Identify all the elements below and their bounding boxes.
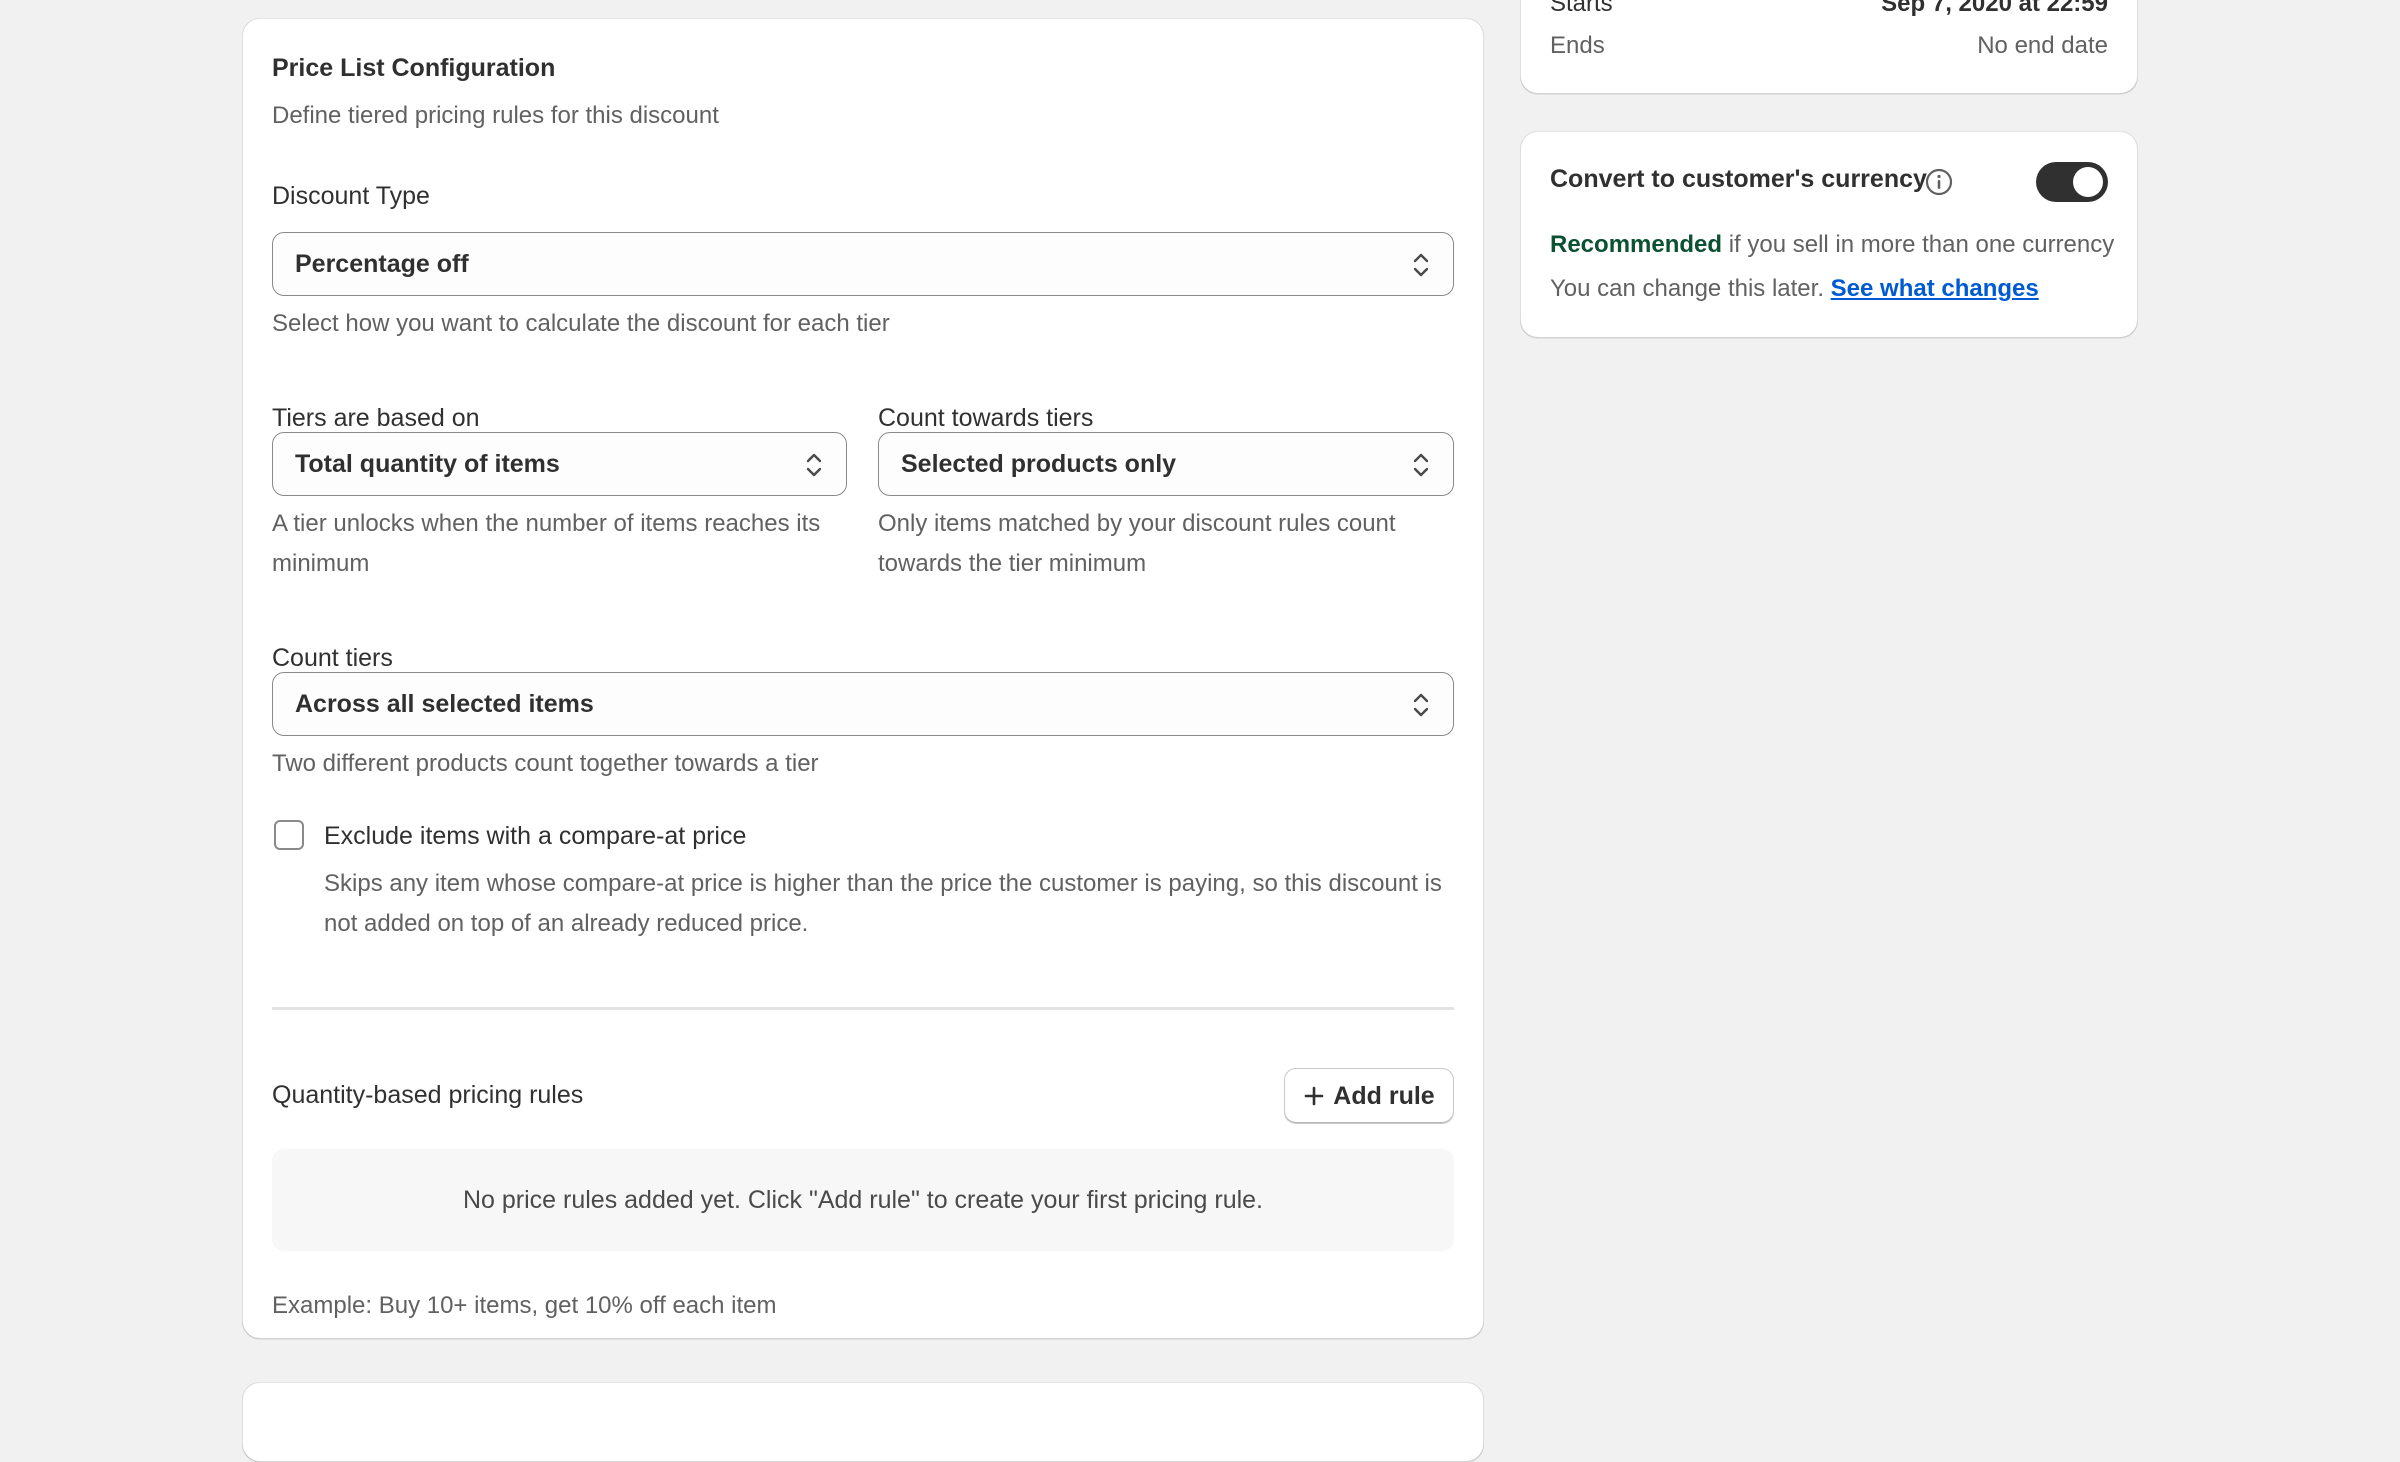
price-list-card: Price List Configuration Define tiered p… — [242, 18, 1484, 1339]
change-text: You can change this later. — [1550, 275, 1824, 302]
discount-type-value: Percentage off — [295, 249, 469, 278]
change-line: You can change this later. See what chan… — [1550, 275, 2039, 303]
discount-type-help: Select how you want to calculate the dis… — [272, 310, 890, 337]
empty-state-text: No price rules added yet. Click "Add rul… — [462, 1185, 1264, 1214]
currency-toggle[interactable] — [2036, 162, 2108, 202]
recommended-line: Recommended if you sell in more than one… — [1550, 231, 2114, 259]
add-rule-label: Add rule — [1333, 1081, 1435, 1110]
discount-type-select[interactable]: Percentage off — [272, 232, 1454, 296]
exclude-compare-at-checkbox[interactable] — [274, 820, 304, 850]
count-towards-value: Selected products only — [901, 449, 1177, 478]
ends-value: No end date — [1977, 32, 2108, 59]
select-chevron-icon — [1413, 693, 1429, 717]
card-subtitle: Define tiered pricing rules for this dis… — [272, 102, 719, 129]
see-what-changes-link[interactable]: See what changes — [1831, 275, 2039, 302]
exclude-compare-at-label[interactable]: Exclude items with a compare-at price — [324, 822, 746, 851]
tiers-based-on-label: Tiers are based on — [272, 404, 480, 432]
ends-label: Ends — [1550, 32, 1605, 59]
starts-label: Starts — [1550, 0, 1613, 17]
plus-icon — [1304, 1086, 1324, 1106]
pricing-rules-example: Example: Buy 10+ items, get 10% off each… — [272, 1292, 777, 1319]
count-tiers-help: Two different products count together to… — [272, 750, 819, 777]
count-tiers-label: Count tiers — [272, 644, 393, 672]
select-chevron-icon — [806, 453, 822, 477]
count-tiers-select[interactable]: Across all selected items — [272, 672, 1454, 736]
tiers-based-on-select[interactable]: Total quantity of items — [272, 432, 847, 496]
tiers-based-on-help: A tier unlocks when the number of items … — [272, 510, 821, 577]
card-title: Price List Configuration — [272, 54, 556, 82]
next-card — [242, 1382, 1484, 1462]
recommended-rest: if you sell in more than one currency — [1728, 231, 2115, 258]
count-towards-help: Only items matched by your discount rule… — [878, 510, 1396, 577]
currency-card: Convert to customer's currency Recommend… — [1520, 131, 2138, 338]
info-icon[interactable] — [1924, 167, 1954, 197]
select-chevron-icon — [1413, 453, 1429, 477]
recommended-text: Recommended — [1550, 231, 1723, 258]
pricing-rules-title: Quantity-based pricing rules — [272, 1081, 584, 1109]
discount-type-label: Discount Type — [272, 182, 430, 210]
tiers-based-on-value: Total quantity of items — [295, 449, 560, 478]
currency-title: Convert to customer's currency — [1550, 165, 1927, 193]
schedule-card: Starts Sep 7, 2020 at 22:59 Ends No end … — [1520, 0, 2138, 94]
section-divider — [272, 1007, 1454, 1010]
count-towards-select[interactable]: Selected products only — [878, 432, 1454, 496]
select-chevron-icon — [1413, 253, 1429, 277]
exclude-compare-at-help: Skips any item whose compare-at price is… — [324, 870, 1442, 937]
pricing-rules-empty-state: No price rules added yet. Click "Add rul… — [272, 1149, 1454, 1251]
add-rule-button[interactable]: Add rule — [1284, 1068, 1454, 1124]
count-tiers-value: Across all selected items — [295, 689, 594, 718]
count-towards-label: Count towards tiers — [878, 404, 1094, 432]
starts-value: Sep 7, 2020 at 22:59 — [1881, 0, 2108, 17]
toggle-knob — [2073, 167, 2103, 197]
